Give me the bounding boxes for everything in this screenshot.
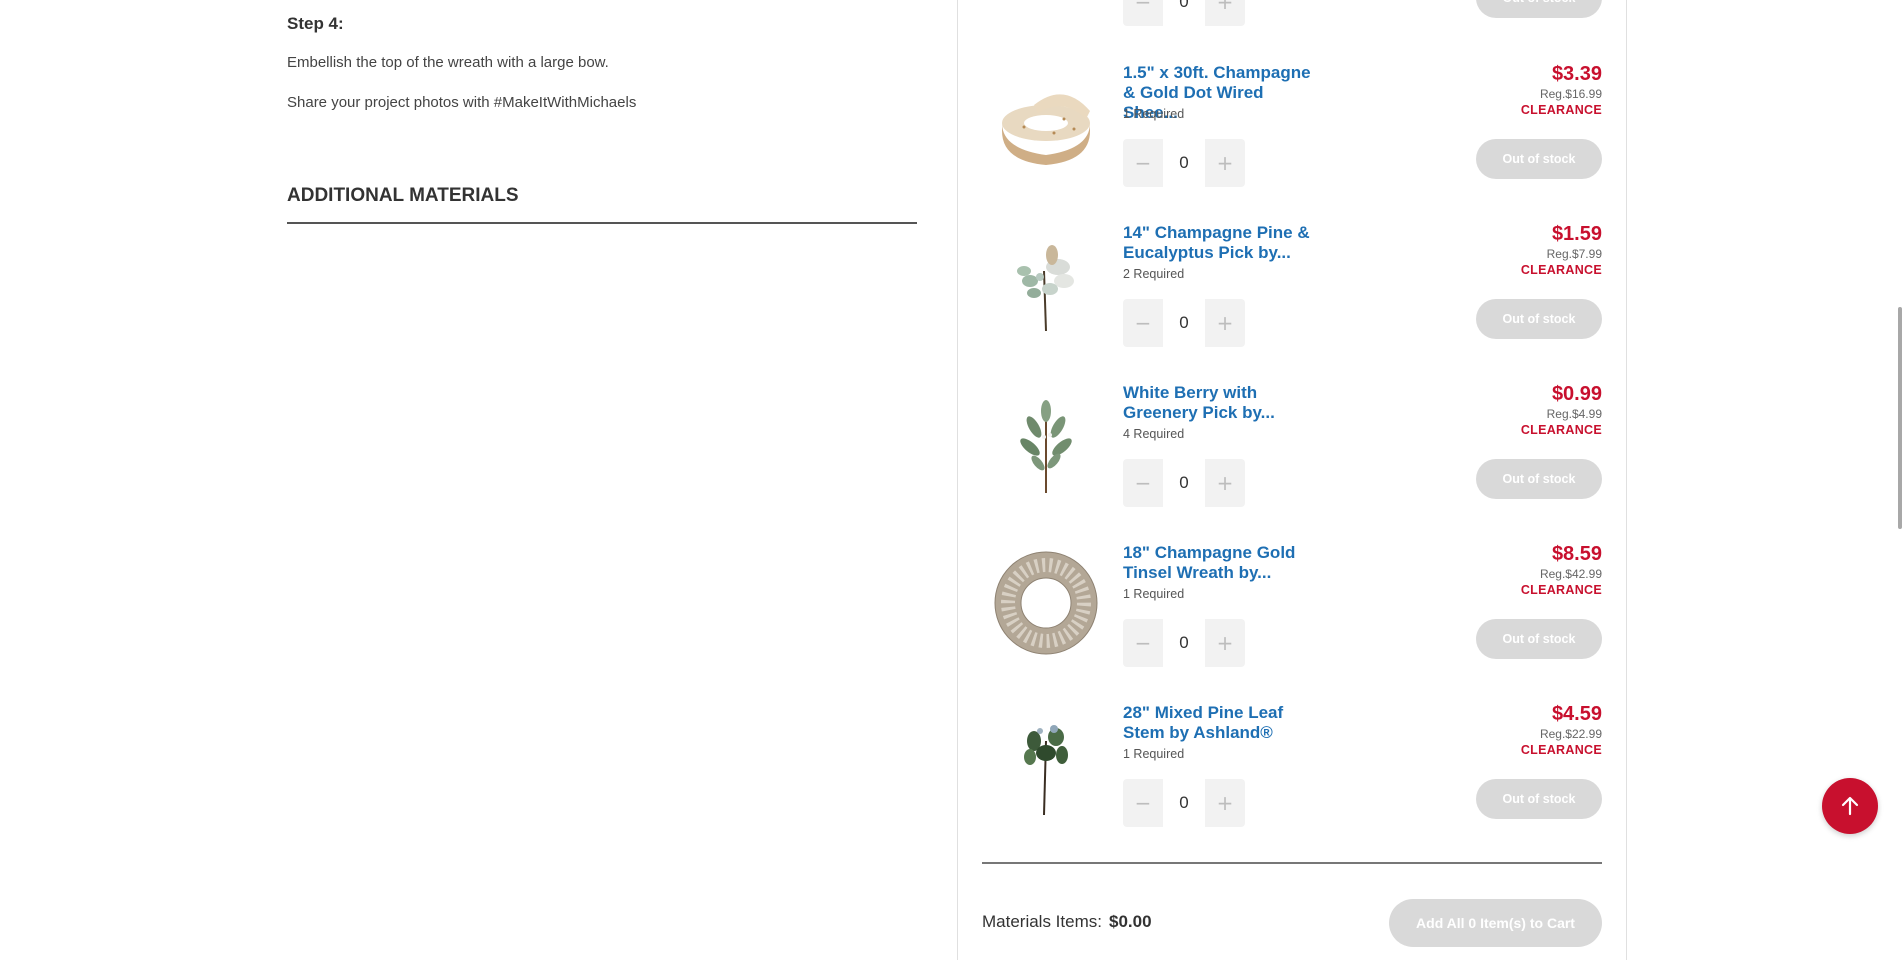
regular-price: Reg.$16.99: [1539, 87, 1602, 101]
increase-quantity-button[interactable]: +: [1205, 459, 1245, 507]
required-count: 1 Required: [1123, 747, 1185, 761]
add-all-to-cart-button[interactable]: Add All 0 Item(s) to Cart: [1389, 899, 1602, 947]
material-item: White Berry with Greenery Pick by... 4 R…: [958, 383, 1626, 543]
material-item: 28" Mixed Pine Leaf Stem by Ashland® 1 R…: [958, 703, 1626, 863]
out-of-stock-button[interactable]: Out of stock: [1476, 619, 1602, 659]
sale-price: $4.59: [1551, 703, 1602, 725]
product-image: [994, 391, 1098, 495]
quantity-stepper: − +: [1123, 619, 1245, 667]
out-of-stock-button[interactable]: Out of stock: [1476, 299, 1602, 339]
required-count: 1 Required: [1123, 587, 1185, 601]
clearance-badge: CLEARANCE: [1520, 263, 1602, 277]
additional-materials-heading: ADDITIONAL MATERIALS: [287, 185, 519, 206]
quantity-stepper: − +: [1123, 139, 1245, 187]
pine-leaf-stem-image: [1024, 725, 1068, 815]
materials-total-value: $0.00: [1109, 912, 1152, 931]
decrease-quantity-button[interactable]: −: [1123, 779, 1163, 827]
quantity-stepper: − +: [1123, 779, 1245, 827]
quantity-input[interactable]: [1163, 299, 1205, 347]
clearance-badge: CLEARANCE: [1520, 423, 1602, 437]
quantity-stepper: − +: [1123, 299, 1245, 347]
scrollbar-thumb[interactable]: [1898, 307, 1902, 529]
product-image: [994, 711, 1098, 815]
out-of-stock-button[interactable]: Out of stock: [1476, 0, 1602, 18]
ribbon-spool-image: [1002, 94, 1090, 165]
greenery-pick-image: [1020, 400, 1072, 493]
materials-total-label: Materials Items:: [982, 912, 1102, 931]
materials-panel: − + Out of stock 1.5" x 30ft. Champagne …: [957, 0, 1627, 960]
increase-quantity-button[interactable]: +: [1205, 619, 1245, 667]
regular-price: Reg.$7.99: [1546, 247, 1602, 261]
quantity-input[interactable]: [1163, 139, 1205, 187]
quantity-stepper: − +: [1123, 459, 1245, 507]
material-item: 18" Champagne Gold Tinsel Wreath by... 1…: [958, 543, 1626, 703]
clearance-badge: CLEARANCE: [1520, 743, 1602, 757]
out-of-stock-button[interactable]: Out of stock: [1476, 779, 1602, 819]
sale-price: $8.59: [1551, 543, 1602, 565]
increase-quantity-button[interactable]: +: [1205, 0, 1245, 26]
required-count: 1 Required: [1123, 107, 1185, 121]
decrease-quantity-button[interactable]: −: [1123, 0, 1163, 26]
scroll-to-top-button[interactable]: [1822, 778, 1878, 834]
decrease-quantity-button[interactable]: −: [1123, 459, 1163, 507]
tinsel-wreath-image: [994, 551, 1098, 655]
required-count: 4 Required: [1123, 427, 1185, 441]
material-item-partial: − + Out of stock: [958, 0, 1626, 40]
step-paragraph: Share your project photos with #MakeItWi…: [287, 94, 637, 111]
step-title: Step 4:: [287, 14, 344, 33]
decrease-quantity-button[interactable]: −: [1123, 619, 1163, 667]
clearance-badge: CLEARANCE: [1520, 583, 1602, 597]
material-item: 14" Champagne Pine & Eucalyptus Pick by.…: [958, 223, 1626, 383]
quantity-input[interactable]: [1163, 0, 1205, 26]
step-paragraph: Embellish the top of the wreath with a l…: [287, 54, 609, 71]
decrease-quantity-button[interactable]: −: [1123, 139, 1163, 187]
arrow-up-icon: [1841, 796, 1859, 816]
product-name-link[interactable]: 14" Champagne Pine & Eucalyptus Pick by.…: [1123, 223, 1323, 263]
sale-price: $3.39: [1551, 63, 1602, 85]
regular-price: Reg.$22.99: [1539, 727, 1602, 741]
heading-divider: [287, 222, 917, 224]
product-name-link[interactable]: 18" Champagne Gold Tinsel Wreath by...: [1123, 543, 1323, 583]
product-image: [994, 71, 1098, 175]
product-name-link[interactable]: White Berry with Greenery Pick by...: [1123, 383, 1323, 423]
decrease-quantity-button[interactable]: −: [1123, 299, 1163, 347]
quantity-stepper: − +: [1123, 0, 1245, 26]
quantity-input[interactable]: [1163, 459, 1205, 507]
increase-quantity-button[interactable]: +: [1205, 139, 1245, 187]
product-image: [994, 0, 1098, 64]
pine-eucalyptus-pick-image: [1017, 245, 1074, 332]
material-item: 1.5" x 30ft. Champagne & Gold Dot Wired …: [958, 63, 1626, 223]
quantity-input[interactable]: [1163, 619, 1205, 667]
out-of-stock-button[interactable]: Out of stock: [1476, 459, 1602, 499]
quantity-input[interactable]: [1163, 779, 1205, 827]
out-of-stock-button[interactable]: Out of stock: [1476, 139, 1602, 179]
product-image: [994, 551, 1098, 655]
sale-price: $1.59: [1551, 223, 1602, 245]
regular-price: Reg.$4.99: [1546, 407, 1602, 421]
increase-quantity-button[interactable]: +: [1205, 779, 1245, 827]
increase-quantity-button[interactable]: +: [1205, 299, 1245, 347]
required-count: 2 Required: [1123, 267, 1185, 281]
sale-price: $0.99: [1551, 383, 1602, 405]
clearance-badge: CLEARANCE: [1520, 103, 1602, 117]
product-image: [994, 231, 1098, 335]
regular-price: Reg.$42.99: [1539, 567, 1602, 581]
product-name-link[interactable]: 28" Mixed Pine Leaf Stem by Ashland®: [1123, 703, 1323, 743]
materials-divider: [982, 862, 1602, 864]
